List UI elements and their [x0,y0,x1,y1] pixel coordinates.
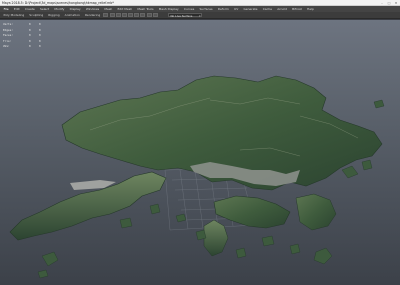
window-title: Maya 2018.5: D:\Project\3d_maps\scenes\h… [2,1,114,5]
scale-tool-icon[interactable] [134,13,140,17]
snap-point-icon[interactable] [152,13,158,17]
minimize-button[interactable]: – [380,1,384,5]
terrain-hk-island [213,195,291,229]
rotate-tool-icon[interactable] [128,13,134,17]
paint-tool-icon[interactable] [115,13,121,17]
maximize-button[interactable]: □ [387,1,391,5]
terrain-scene[interactable] [0,20,400,285]
3d-viewport[interactable]: Verts: 0 0 Edges: 0 0 Faces: 0 0 Tris: 0… [0,20,400,285]
shelf-tab-poly-modeling[interactable]: Poly Modeling [1,12,27,19]
terrain-lamma-island [203,219,229,257]
snap-grid-icon[interactable] [140,13,146,17]
close-button[interactable]: ✕ [394,1,398,5]
live-surface-dropdown[interactable]: No Live Surface [168,12,203,18]
shelf-tab-rigging[interactable]: Rigging [46,12,62,19]
shelf-tab-rendering[interactable]: Rendering [82,12,102,19]
move-tool-icon[interactable] [121,13,127,17]
select-tool-icon[interactable] [103,13,109,17]
shelf-toolbar: Poly Modeling Sculpting Rigging Animatio… [0,12,400,19]
shelf-tab-sculpting[interactable]: Sculpting [27,12,46,19]
terrain-sai-kung [295,193,337,231]
lasso-tool-icon[interactable] [109,13,115,17]
snap-curve-icon[interactable] [146,13,152,17]
shelf-tab-animation[interactable]: Animation [62,12,82,19]
